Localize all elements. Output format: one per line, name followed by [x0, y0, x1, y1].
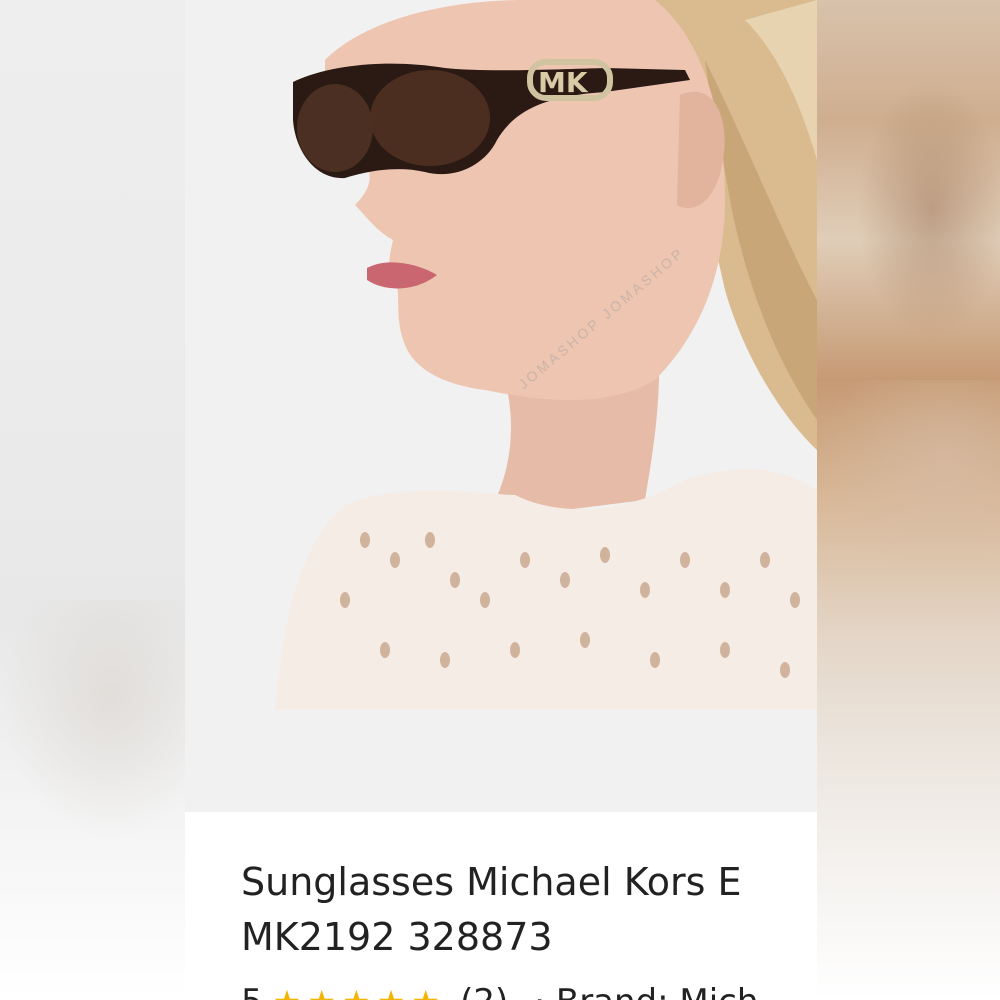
product-photo: MK	[185, 0, 817, 710]
star-icon: ★	[342, 983, 371, 1000]
brand-label[interactable]: · Brand: Mich	[534, 982, 758, 1000]
rating-row[interactable]: 5 ★ ★ ★ ★ ★ (2) · Brand: Mich	[241, 982, 758, 1000]
rating-count[interactable]: (2)	[460, 982, 508, 1000]
product-card: MK JOMASHOP JOMASHOP Sunglasses Michael …	[185, 0, 817, 1000]
product-title-line2: MK2192 328873	[241, 915, 553, 959]
star-icon: ★	[377, 983, 406, 1000]
blurred-background-left	[0, 0, 185, 1000]
star-icon: ★	[307, 983, 336, 1000]
svg-text:MK: MK	[538, 66, 589, 99]
star-icon: ★	[273, 983, 302, 1000]
product-title: Sunglasses Michael Kors E MK2192 328873	[241, 855, 801, 965]
blurred-background-right	[817, 0, 1000, 1000]
product-title-line1: Sunglasses Michael Kors E	[241, 860, 742, 904]
star-rating: ★ ★ ★ ★ ★	[273, 983, 446, 1000]
rating-value: 5	[241, 982, 263, 1000]
star-icon: ★	[411, 983, 440, 1000]
product-image-area[interactable]: MK JOMASHOP JOMASHOP	[185, 0, 817, 812]
